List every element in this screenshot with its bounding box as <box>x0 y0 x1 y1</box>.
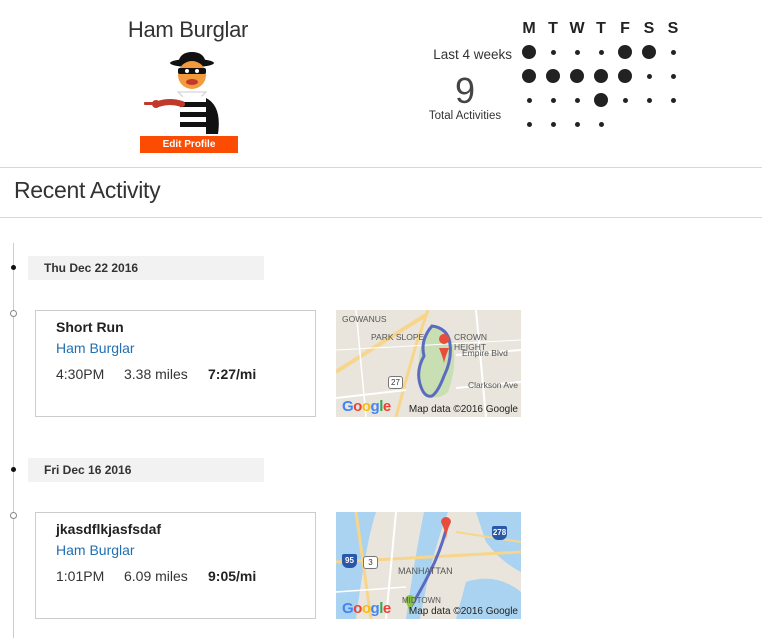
rest-day-dot <box>598 49 604 55</box>
athlete-link[interactable]: Ham Burglar <box>56 542 135 558</box>
map-label: Clarkson Ave <box>468 380 518 390</box>
road-shield: 27 <box>388 376 403 389</box>
activity-day-dot <box>642 45 656 59</box>
activity-day-dot <box>522 69 536 83</box>
map-label: MANHATTAN <box>398 566 453 576</box>
rest-day-dot <box>670 97 676 103</box>
timeline-activity-marker <box>10 310 17 317</box>
activity-day-dot <box>546 69 560 83</box>
activity-route-map[interactable]: GOWANUS PARK SLOPE CROWN HEIGHT Empire B… <box>336 310 521 417</box>
avatar[interactable] <box>140 50 238 136</box>
hamburglar-avatar-image <box>144 52 219 134</box>
activity-route-map[interactable]: 95 3 278 MANHATTAN MIDTOWN Google Map da… <box>336 512 521 619</box>
google-logo: Google <box>342 600 391 617</box>
total-activities-count: 9 <box>454 70 476 111</box>
weekday-label: S <box>643 20 655 37</box>
timeline-activity-marker <box>10 512 17 519</box>
activity-card[interactable]: Short Run Ham Burglar 4:30PM 3.38 miles … <box>35 310 316 417</box>
activity-distance: 3.38 miles <box>124 366 188 382</box>
activity-time: 4:30PM <box>56 366 105 382</box>
rest-day-dot <box>550 97 556 103</box>
edit-profile-button[interactable]: Edit Profile <box>140 136 238 153</box>
map-credit: Map data ©2016 Google <box>408 404 518 415</box>
weekday-label: M <box>522 20 536 37</box>
total-activities-label: Total Activities <box>428 110 502 122</box>
activity-title[interactable]: jkasdflkjasfsdaf <box>56 521 161 537</box>
map-label: Empire Blvd <box>462 348 508 358</box>
rest-day-dot <box>622 97 628 103</box>
google-logo: Google <box>342 398 391 415</box>
profile-name: Ham Burglar <box>127 17 249 42</box>
map-label: MIDTOWN <box>402 596 441 605</box>
activity-date-header: Thu Dec 22 2016 <box>28 256 264 280</box>
activity-pace: 9:05/mi <box>208 568 257 584</box>
interstate-shield: 95 <box>342 554 357 568</box>
interstate-shield: 278 <box>492 526 507 540</box>
timeline-date-bullet <box>11 467 16 472</box>
rest-day-dot <box>550 121 556 127</box>
header-divider <box>0 167 762 168</box>
activity-day-dot <box>522 45 536 59</box>
activity-card[interactable]: jkasdflkjasfsdaf Ham Burglar 1:01PM 6.09… <box>35 512 316 619</box>
rest-day-dot <box>598 121 604 127</box>
weekday-label: T <box>548 20 558 37</box>
athlete-link[interactable]: Ham Burglar <box>56 340 135 356</box>
activity-day-dot <box>618 69 632 83</box>
map-label: GOWANUS <box>342 314 387 324</box>
stats-period-label: Last 4 weeks <box>433 47 512 62</box>
activity-day-dot <box>570 69 584 83</box>
map-credit: Map data ©2016 Google <box>408 606 518 617</box>
activity-date-header: Fri Dec 16 2016 <box>28 458 264 482</box>
activity-pace: 7:27/mi <box>208 366 257 382</box>
activity-day-dot <box>618 45 632 59</box>
activity-day-dot <box>594 69 608 83</box>
activity-time: 1:01PM <box>56 568 105 584</box>
rest-day-dot <box>574 97 580 103</box>
activity-distance: 6.09 miles <box>124 568 188 584</box>
rest-day-dot <box>646 73 652 79</box>
activity-title[interactable]: Short Run <box>56 319 124 335</box>
rest-day-dot <box>670 73 676 79</box>
section-divider <box>0 217 762 218</box>
rest-day-dot <box>526 121 532 127</box>
weekday-label: T <box>596 20 606 37</box>
rest-day-dot <box>550 49 556 55</box>
rest-day-dot <box>574 49 580 55</box>
weekday-label: S <box>667 20 679 37</box>
rest-day-dot <box>646 97 652 103</box>
road-shield: 3 <box>363 556 378 569</box>
rest-day-dot <box>670 49 676 55</box>
map-label: PARK SLOPE <box>371 332 425 342</box>
weekday-label: W <box>569 20 585 37</box>
timeline-date-bullet <box>11 265 16 270</box>
recent-activity-title: Recent Activity <box>14 177 161 203</box>
timeline-line <box>13 243 14 638</box>
activity-day-dot <box>594 93 608 107</box>
rest-day-dot <box>574 121 580 127</box>
weekday-label: F <box>620 20 630 37</box>
rest-day-dot <box>526 97 532 103</box>
